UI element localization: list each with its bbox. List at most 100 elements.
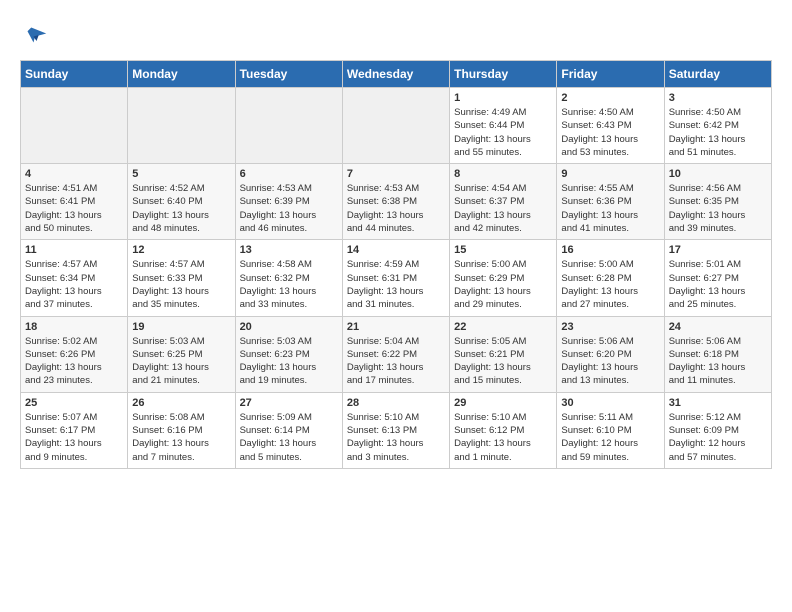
day-info: Sunrise: 5:12 AM Sunset: 6:09 PM Dayligh…	[669, 411, 767, 464]
day-cell: 7Sunrise: 4:53 AM Sunset: 6:38 PM Daylig…	[342, 164, 449, 240]
day-info: Sunrise: 5:10 AM Sunset: 6:13 PM Dayligh…	[347, 411, 445, 464]
day-number: 13	[240, 244, 338, 256]
day-number: 22	[454, 321, 552, 333]
day-number: 4	[25, 168, 123, 180]
logo-icon	[20, 20, 50, 50]
day-info: Sunrise: 4:53 AM Sunset: 6:39 PM Dayligh…	[240, 182, 338, 235]
day-number: 10	[669, 168, 767, 180]
day-info: Sunrise: 4:57 AM Sunset: 6:34 PM Dayligh…	[25, 258, 123, 311]
page-header	[20, 20, 772, 50]
day-cell: 22 Sunrise: 5:05 AM Sunset: 6:21 PM Dayli…	[450, 316, 557, 392]
day-info: Sunrise: 4:49 AM Sunset: 6:44 PM Dayligh…	[454, 106, 552, 159]
day-number: 24	[669, 321, 767, 333]
calendar-table: SundayMondayTuesdayWednesdayThursdayFrid…	[20, 60, 772, 469]
header-cell-monday: Monday	[128, 61, 235, 88]
day-info: Sunrise: 5:07 AM Sunset: 6:17 PM Dayligh…	[25, 411, 123, 464]
day-cell: 21Sunrise: 5:04 AM Sunset: 6:22 PM Dayli…	[342, 316, 449, 392]
day-cell: 10 Sunrise: 4:56 AM Sunset: 6:35 PM Dayli…	[664, 164, 771, 240]
day-cell: 5Sunrise: 4:52 AM Sunset: 6:40 PM Daylig…	[128, 164, 235, 240]
day-number: 2	[561, 92, 659, 104]
header-cell-thursday: Thursday	[450, 61, 557, 88]
day-cell	[235, 88, 342, 164]
day-cell: 28 Sunrise: 5:10 AM Sunset: 6:13 PM Dayli…	[342, 392, 449, 468]
day-info: Sunrise: 4:54 AM Sunset: 6:37 PM Dayligh…	[454, 182, 552, 235]
week-row-2: 4Sunrise: 4:51 AM Sunset: 6:41 PM Daylig…	[21, 164, 772, 240]
day-cell: 20 Sunrise: 5:03 AM Sunset: 6:23 PM Dayli…	[235, 316, 342, 392]
day-number: 27	[240, 397, 338, 409]
day-cell: 23 Sunrise: 5:06 AM Sunset: 6:20 PM Dayli…	[557, 316, 664, 392]
day-info: Sunrise: 4:56 AM Sunset: 6:35 PM Dayligh…	[669, 182, 767, 235]
header-row: SundayMondayTuesdayWednesdayThursdayFrid…	[21, 61, 772, 88]
day-info: Sunrise: 5:03 AM Sunset: 6:23 PM Dayligh…	[240, 335, 338, 388]
day-info: Sunrise: 5:02 AM Sunset: 6:26 PM Dayligh…	[25, 335, 123, 388]
day-number: 12	[132, 244, 230, 256]
day-info: Sunrise: 4:57 AM Sunset: 6:33 PM Dayligh…	[132, 258, 230, 311]
day-cell: 14 Sunrise: 4:59 AM Sunset: 6:31 PM Dayli…	[342, 240, 449, 316]
day-number: 15	[454, 244, 552, 256]
day-cell: 31 Sunrise: 5:12 AM Sunset: 6:09 PM Dayli…	[664, 392, 771, 468]
day-cell: 30 Sunrise: 5:11 AM Sunset: 6:10 PM Dayli…	[557, 392, 664, 468]
day-info: Sunrise: 5:09 AM Sunset: 6:14 PM Dayligh…	[240, 411, 338, 464]
day-cell	[342, 88, 449, 164]
calendar-body: 1Sunrise: 4:49 AM Sunset: 6:44 PM Daylig…	[21, 88, 772, 469]
day-cell: 16 Sunrise: 5:00 AM Sunset: 6:28 PM Dayli…	[557, 240, 664, 316]
day-number: 31	[669, 397, 767, 409]
day-info: Sunrise: 5:06 AM Sunset: 6:20 PM Dayligh…	[561, 335, 659, 388]
day-cell: 9 Sunrise: 4:55 AM Sunset: 6:36 PM Daylig…	[557, 164, 664, 240]
day-cell	[21, 88, 128, 164]
header-cell-tuesday: Tuesday	[235, 61, 342, 88]
day-info: Sunrise: 4:52 AM Sunset: 6:40 PM Dayligh…	[132, 182, 230, 235]
day-info: Sunrise: 5:04 AM Sunset: 6:22 PM Dayligh…	[347, 335, 445, 388]
day-cell: 17 Sunrise: 5:01 AM Sunset: 6:27 PM Dayli…	[664, 240, 771, 316]
day-cell: 4Sunrise: 4:51 AM Sunset: 6:41 PM Daylig…	[21, 164, 128, 240]
day-number: 14	[347, 244, 445, 256]
day-cell: 25 Sunrise: 5:07 AM Sunset: 6:17 PM Dayli…	[21, 392, 128, 468]
header-cell-sunday: Sunday	[21, 61, 128, 88]
day-number: 20	[240, 321, 338, 333]
day-number: 8	[454, 168, 552, 180]
day-cell	[128, 88, 235, 164]
day-number: 11	[25, 244, 123, 256]
day-number: 25	[25, 397, 123, 409]
day-cell: 27 Sunrise: 5:09 AM Sunset: 6:14 PM Dayli…	[235, 392, 342, 468]
calendar-header: SundayMondayTuesdayWednesdayThursdayFrid…	[21, 61, 772, 88]
week-row-1: 1Sunrise: 4:49 AM Sunset: 6:44 PM Daylig…	[21, 88, 772, 164]
day-cell: 6 Sunrise: 4:53 AM Sunset: 6:39 PM Daylig…	[235, 164, 342, 240]
day-cell: 29 Sunrise: 5:10 AM Sunset: 6:12 PM Dayli…	[450, 392, 557, 468]
day-number: 29	[454, 397, 552, 409]
day-info: Sunrise: 5:11 AM Sunset: 6:10 PM Dayligh…	[561, 411, 659, 464]
day-info: Sunrise: 5:01 AM Sunset: 6:27 PM Dayligh…	[669, 258, 767, 311]
day-info: Sunrise: 5:03 AM Sunset: 6:25 PM Dayligh…	[132, 335, 230, 388]
day-number: 6	[240, 168, 338, 180]
day-number: 23	[561, 321, 659, 333]
day-number: 19	[132, 321, 230, 333]
day-info: Sunrise: 5:08 AM Sunset: 6:16 PM Dayligh…	[132, 411, 230, 464]
header-cell-friday: Friday	[557, 61, 664, 88]
header-cell-wednesday: Wednesday	[342, 61, 449, 88]
week-row-5: 25 Sunrise: 5:07 AM Sunset: 6:17 PM Dayli…	[21, 392, 772, 468]
day-cell: 3 Sunrise: 4:50 AM Sunset: 6:42 PM Daylig…	[664, 88, 771, 164]
day-cell: 13 Sunrise: 4:58 AM Sunset: 6:32 PM Dayli…	[235, 240, 342, 316]
day-info: Sunrise: 5:05 AM Sunset: 6:21 PM Dayligh…	[454, 335, 552, 388]
day-cell: 12 Sunrise: 4:57 AM Sunset: 6:33 PM Dayli…	[128, 240, 235, 316]
day-info: Sunrise: 4:55 AM Sunset: 6:36 PM Dayligh…	[561, 182, 659, 235]
day-cell: 11 Sunrise: 4:57 AM Sunset: 6:34 PM Dayli…	[21, 240, 128, 316]
day-number: 28	[347, 397, 445, 409]
day-info: Sunrise: 5:00 AM Sunset: 6:28 PM Dayligh…	[561, 258, 659, 311]
day-cell: 26 Sunrise: 5:08 AM Sunset: 6:16 PM Dayli…	[128, 392, 235, 468]
logo	[20, 20, 54, 50]
day-number: 18	[25, 321, 123, 333]
day-number: 9	[561, 168, 659, 180]
day-info: Sunrise: 5:06 AM Sunset: 6:18 PM Dayligh…	[669, 335, 767, 388]
day-info: Sunrise: 4:50 AM Sunset: 6:42 PM Dayligh…	[669, 106, 767, 159]
day-number: 3	[669, 92, 767, 104]
day-number: 26	[132, 397, 230, 409]
day-info: Sunrise: 4:59 AM Sunset: 6:31 PM Dayligh…	[347, 258, 445, 311]
day-number: 17	[669, 244, 767, 256]
header-cell-saturday: Saturday	[664, 61, 771, 88]
day-info: Sunrise: 4:58 AM Sunset: 6:32 PM Dayligh…	[240, 258, 338, 311]
day-info: Sunrise: 5:10 AM Sunset: 6:12 PM Dayligh…	[454, 411, 552, 464]
day-number: 7	[347, 168, 445, 180]
day-number: 30	[561, 397, 659, 409]
day-number: 16	[561, 244, 659, 256]
